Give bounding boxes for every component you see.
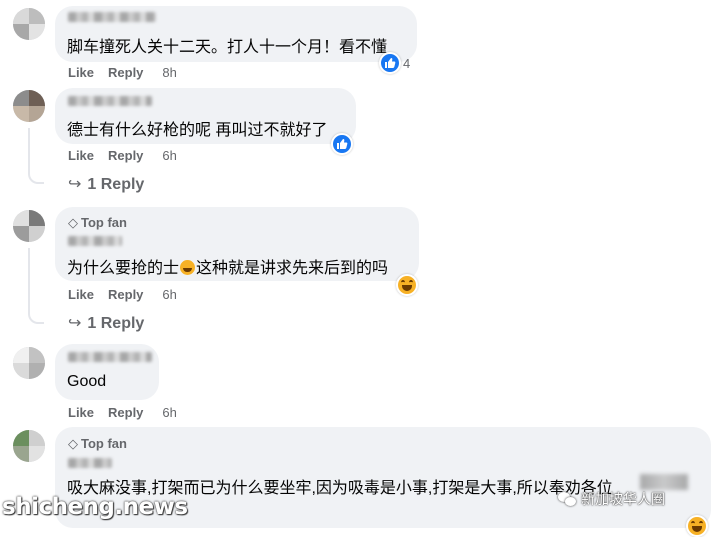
replies-count[interactable]: 1 Reply: [87, 315, 144, 332]
comment-actions: Like Reply 6h: [68, 148, 191, 163]
reply-button[interactable]: Reply: [108, 287, 143, 302]
author-name[interactable]: [68, 236, 122, 246]
like-button[interactable]: Like: [68, 65, 94, 80]
reply-button[interactable]: Reply: [108, 148, 143, 163]
wechat-icon: [558, 492, 576, 506]
avatar[interactable]: [13, 347, 45, 379]
author-name[interactable]: [68, 12, 156, 22]
comment-text-part: 这种就是讲求先来后到的吗: [196, 260, 389, 277]
author-name[interactable]: [68, 352, 152, 362]
comment-actions: Like Reply 6h: [68, 287, 191, 302]
avatar[interactable]: [13, 8, 45, 40]
thread-line: [28, 128, 30, 170]
diamond-icon: ◇: [68, 215, 78, 230]
badge-label: Top fan: [81, 215, 127, 230]
reply-arrow-icon: ↪: [68, 176, 82, 193]
avatar[interactable]: [13, 210, 45, 242]
redacted-text: [640, 474, 688, 490]
like-button[interactable]: Like: [68, 405, 94, 420]
replies-count[interactable]: 1 Reply: [87, 176, 144, 193]
reply-arrow-icon: ↪: [68, 315, 82, 332]
diamond-icon: ◇: [68, 436, 78, 451]
thread-connector: [28, 308, 44, 324]
watermark-channel: 新加坡华人圈: [558, 489, 665, 509]
watermark-site: shicheng.news: [2, 494, 188, 520]
comment-text: 脚车撞死人关十二天。打人十一个月！看不懂: [67, 39, 388, 56]
author-name[interactable]: [68, 96, 152, 106]
like-button[interactable]: Like: [68, 287, 94, 302]
timestamp[interactable]: 6h: [162, 148, 176, 163]
top-fan-badge[interactable]: ◇ Top fan: [68, 436, 127, 452]
comment-text: Good: [67, 373, 107, 390]
badge-label: Top fan: [81, 436, 127, 451]
comment-text: 德士有什么好枪的呢 再叫过不就好了: [67, 122, 328, 139]
comment-text-part: 为什么要抢的士: [67, 260, 180, 277]
timestamp[interactable]: 8h: [162, 65, 176, 80]
timestamp[interactable]: 6h: [162, 287, 176, 302]
view-replies-link[interactable]: ↪ 1 Reply: [68, 313, 144, 333]
like-button[interactable]: Like: [68, 148, 94, 163]
like-reaction-icon[interactable]: [331, 133, 353, 155]
top-fan-badge[interactable]: ◇ Top fan: [68, 215, 127, 231]
watermark-channel-label: 新加坡华人圈: [581, 491, 665, 507]
author-name[interactable]: [68, 458, 112, 468]
timestamp[interactable]: 6h: [162, 405, 176, 420]
reply-button[interactable]: Reply: [108, 65, 143, 80]
comment-text: 为什么要抢的士 这种就是讲求先来后到的吗: [67, 254, 388, 278]
thread-line: [28, 248, 30, 310]
thread-connector: [28, 168, 44, 184]
view-replies-link[interactable]: ↪ 1 Reply: [68, 174, 144, 194]
avatar[interactable]: [13, 90, 45, 122]
reply-button[interactable]: Reply: [108, 405, 143, 420]
haha-reaction-icon[interactable]: [686, 515, 708, 537]
avatar[interactable]: [13, 430, 45, 462]
haha-reaction-icon[interactable]: [396, 274, 418, 296]
laughing-emoji-icon: [180, 260, 196, 275]
comment-actions: Like Reply 6h: [68, 405, 191, 420]
like-reaction-icon[interactable]: [379, 52, 401, 74]
reaction-count[interactable]: 4: [403, 56, 410, 71]
comment-actions: Like Reply 8h: [68, 65, 191, 80]
